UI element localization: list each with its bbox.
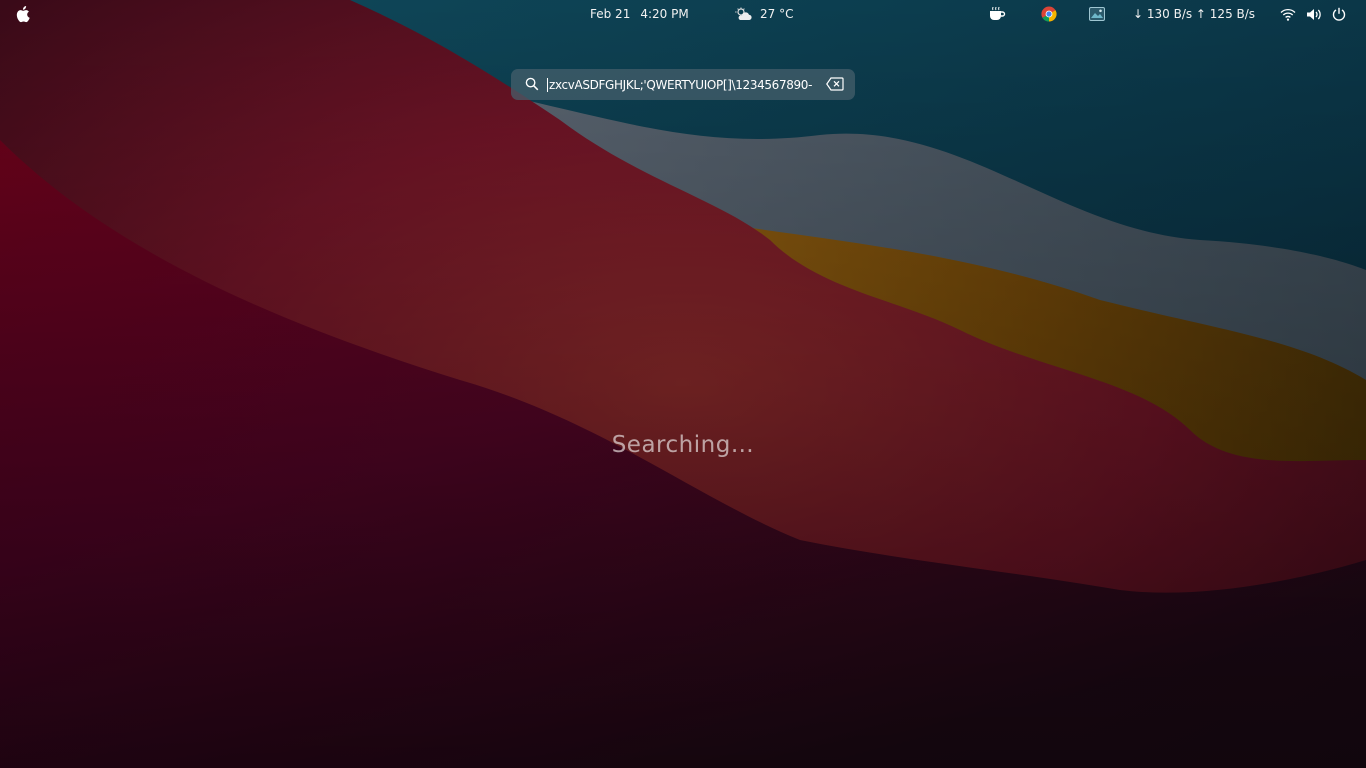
coffee-cup-icon[interactable] xyxy=(988,0,1006,28)
desktop-wallpaper xyxy=(0,0,1366,768)
search-query-text: zxcvASDFGHJKL;'QWERTYUIOP[]\1234567890- xyxy=(549,77,813,92)
wifi-icon[interactable] xyxy=(1280,0,1296,28)
clock[interactable]: Feb 21 4:20 PM xyxy=(590,0,689,28)
date-label: Feb 21 xyxy=(590,7,631,21)
search-input[interactable]: zxcvASDFGHJKL;'QWERTYUIOP[]\1234567890- xyxy=(547,69,827,100)
search-icon xyxy=(525,77,539,91)
backspace-clear-icon[interactable] xyxy=(826,77,844,91)
time-label: 4:20 PM xyxy=(640,7,689,21)
image-viewer-icon[interactable] xyxy=(1089,0,1105,28)
searching-status: Searching… xyxy=(611,432,755,458)
search-bar[interactable]: zxcvASDFGHJKL;'QWERTYUIOP[]\1234567890- xyxy=(511,69,855,100)
chrome-icon[interactable] xyxy=(1041,0,1057,28)
top-panel: Feb 21 4:20 PM 27 °C ↓ 130 B/s ↑ 125 B/s xyxy=(0,0,1366,28)
temperature-label: 27 °C xyxy=(760,7,794,21)
text-cursor xyxy=(547,77,548,92)
weather-indicator[interactable]: 27 °C xyxy=(735,0,793,28)
network-speed-label: ↓ 130 B/s ↑ 125 B/s xyxy=(1133,7,1256,21)
partly-cloudy-icon xyxy=(735,7,752,20)
volume-icon[interactable] xyxy=(1306,0,1323,28)
network-speed-indicator[interactable]: ↓ 130 B/s ↑ 125 B/s xyxy=(1133,0,1255,28)
power-icon[interactable] xyxy=(1332,0,1346,28)
apple-icon[interactable] xyxy=(16,0,32,28)
